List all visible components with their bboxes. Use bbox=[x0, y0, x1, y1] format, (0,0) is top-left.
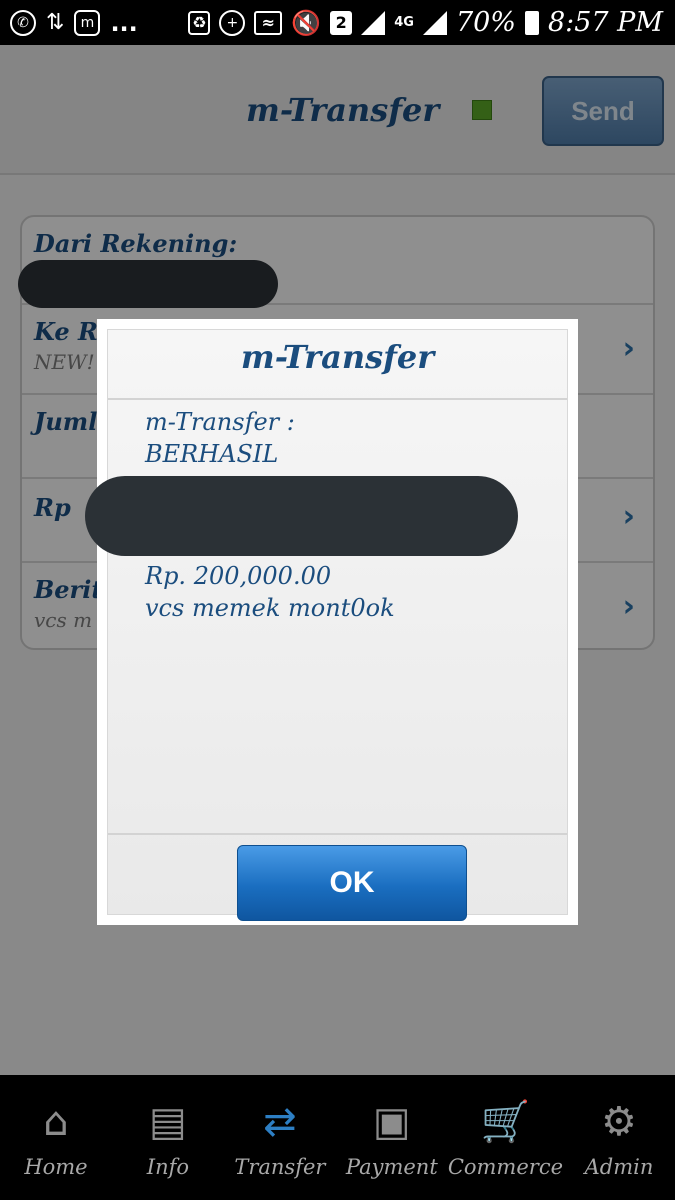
nav-label: Commerce bbox=[447, 1155, 564, 1179]
clock: 8:57 PM bbox=[547, 7, 663, 38]
admin-icon: ⚙ bbox=[601, 1099, 637, 1145]
divider bbox=[108, 398, 567, 400]
dialog-status: BERHASIL bbox=[145, 440, 279, 468]
dialog-line-1: m-Transfer : bbox=[145, 408, 295, 436]
status-right: ♻ + ≈ 🔇 2 4G 70% 8:57 PM bbox=[188, 7, 675, 38]
nav-payment[interactable]: ▣ Payment bbox=[336, 1075, 448, 1200]
data-saver-icon: + bbox=[219, 9, 246, 36]
home-icon: ⌂ bbox=[43, 1099, 69, 1145]
nav-commerce[interactable]: 🛒 Commerce bbox=[448, 1075, 563, 1200]
dialog-message: vcs memek mont0ok bbox=[145, 594, 395, 622]
signal-icon bbox=[361, 10, 386, 35]
battery-percent: 70% bbox=[455, 7, 516, 38]
nav-label: Info bbox=[146, 1155, 190, 1179]
result-dialog: m-Transfer m-Transfer : BERHASIL Rp. 200… bbox=[97, 319, 578, 925]
nav-label: Payment bbox=[345, 1155, 438, 1179]
info-icon: ▤ bbox=[149, 1099, 187, 1145]
signal-icon-2 bbox=[422, 10, 447, 35]
dialog-title: m-Transfer bbox=[240, 338, 435, 376]
bottom-navigation: ⌂ Home ▤ Info ⇄ Transfer ▣ Payment 🛒 Com… bbox=[0, 1075, 675, 1200]
redacted-recipient-details bbox=[85, 476, 518, 556]
transfer-icon: ⇄ bbox=[263, 1099, 297, 1145]
nav-transfer[interactable]: ⇄ Transfer bbox=[224, 1075, 336, 1200]
dialog-body: m-Transfer m-Transfer : BERHASIL Rp. 200… bbox=[107, 329, 568, 921]
whatsapp-icon: ✆ bbox=[10, 9, 36, 36]
transfer-icon: ⇅ bbox=[46, 10, 65, 35]
nav-admin[interactable]: ⚙ Admin bbox=[563, 1075, 675, 1200]
mute-icon: 🔇 bbox=[291, 8, 322, 37]
cart-icon: 🛒 bbox=[480, 1099, 531, 1145]
ok-button[interactable]: OK bbox=[237, 845, 467, 921]
divider bbox=[108, 833, 567, 835]
nav-label: Transfer bbox=[234, 1155, 326, 1179]
cast-icon: ≈ bbox=[254, 10, 283, 35]
nav-info[interactable]: ▤ Info bbox=[112, 1075, 224, 1200]
payment-icon: ▣ bbox=[372, 1099, 411, 1145]
nav-label: Home bbox=[24, 1155, 88, 1179]
battery-icon bbox=[524, 10, 539, 35]
status-left: ✆ ⇅ m ... bbox=[0, 9, 138, 37]
dialog-amount: Rp. 200,000.00 bbox=[145, 562, 332, 590]
nav-home[interactable]: ⌂ Home bbox=[0, 1075, 112, 1200]
sim-badge: 2 bbox=[330, 10, 353, 35]
more-indicator: ... bbox=[110, 8, 138, 37]
status-bar: ✆ ⇅ m ... ♻ + ≈ 🔇 2 4G 70% 8:57 PM bbox=[0, 0, 675, 45]
nav-label: Admin bbox=[584, 1155, 654, 1179]
recycle-icon: ♻ bbox=[188, 10, 211, 35]
messenger-icon: m bbox=[74, 9, 101, 36]
network-type: 4G bbox=[394, 15, 414, 30]
